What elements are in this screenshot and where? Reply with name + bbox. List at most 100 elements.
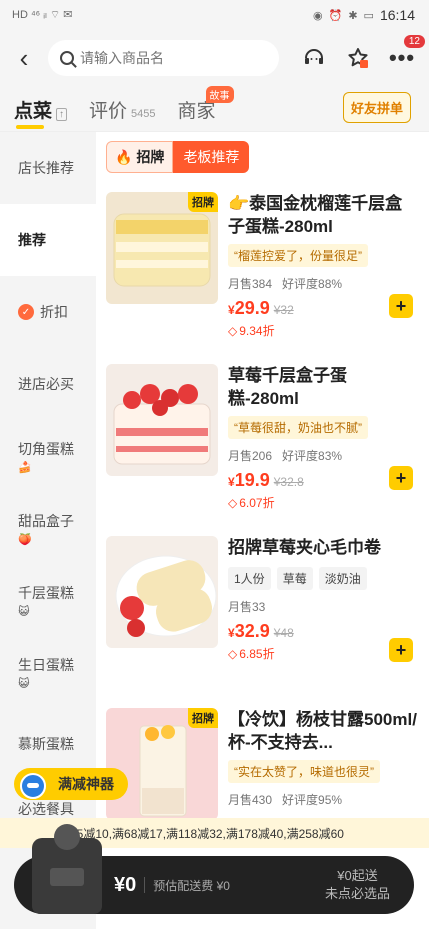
- network-icons: HD ⁴⁶ ᵢₗ ⌔ ✉: [12, 9, 73, 21]
- sidebar-item-label: 进店必买: [18, 376, 74, 392]
- product-image[interactable]: 招牌: [106, 192, 218, 304]
- delivery-fee: 预估配送费 ¥0: [153, 878, 230, 893]
- sidebar-item-recommend[interactable]: 推荐: [0, 204, 96, 276]
- product-name: 👉泰国金枕榴莲千层盒子蛋糕-280ml: [228, 194, 403, 236]
- bluetooth-icon: ✱: [348, 9, 358, 22]
- discount-value: 9.34折: [239, 324, 275, 338]
- search-box[interactable]: [48, 40, 279, 76]
- search-icon: [60, 51, 74, 65]
- eye-icon: ◉: [313, 9, 323, 22]
- monthly-sales: 月售206: [228, 449, 273, 463]
- price: ¥32.9: [228, 621, 270, 642]
- add-to-cart-button[interactable]: +: [389, 294, 413, 318]
- group-order-button[interactable]: 好友拼单: [342, 92, 411, 123]
- product-stats: 月售206 好评度83%: [228, 447, 417, 464]
- more-icon[interactable]: ••• 12: [385, 35, 425, 75]
- sidebar-item-manager-pick[interactable]: 店长推荐: [0, 132, 96, 204]
- sidebar-item-label: 必选餐具: [18, 800, 74, 817]
- tab-review[interactable]: 评价 5455: [89, 96, 156, 123]
- spec-chip: 1人份: [228, 567, 271, 590]
- product-item[interactable]: 招牌草莓夹心毛巾卷 1人份 草莓 淡奶油 月售33 ¥32.9 ¥48 ◇ 6.85…: [106, 536, 417, 708]
- product-image[interactable]: [106, 536, 218, 648]
- tab-merchant[interactable]: 商家 故事: [178, 86, 234, 123]
- section-tag-boss-pick: 老板推荐: [173, 141, 250, 173]
- sidebar-item-mille-crepe[interactable]: 千层蛋糕 😺: [0, 564, 96, 636]
- tab-order[interactable]: 点菜 ↑: [14, 96, 68, 129]
- original-price: ¥32.8: [273, 475, 304, 489]
- back-icon[interactable]: ‹: [10, 45, 38, 71]
- monthly-sales: 月售33: [228, 600, 266, 614]
- price-value: 29.9: [234, 298, 270, 318]
- product-info: 招牌草莓夹心毛巾卷 1人份 草莓 淡奶油 月售33 ¥32.9 ¥48 ◇ 6.85…: [228, 536, 417, 708]
- more-dots: •••: [388, 45, 416, 70]
- sidebar-item-label: 推荐: [18, 232, 46, 248]
- min-order: ¥0起送: [337, 868, 378, 883]
- original-price: ¥48: [273, 626, 294, 640]
- sidebar-item-label: 店长推荐: [18, 160, 74, 176]
- sidebar-item-label: 慕斯蛋糕: [18, 736, 74, 752]
- collapse-up-icon[interactable]: ↑: [56, 108, 68, 121]
- sidebar-item-label: 切角蛋糕: [18, 440, 74, 457]
- section-left-label: 招牌: [136, 149, 165, 165]
- add-to-cart-button[interactable]: +: [389, 466, 413, 490]
- discount-label: ◇ 6.07折: [228, 494, 417, 511]
- price-row: ¥32.9 ¥48: [228, 621, 417, 642]
- cart-total: ¥0: [114, 873, 137, 896]
- review-quote: “草莓很甜，奶油也不腻”: [228, 416, 368, 439]
- discount-value: 6.85折: [239, 647, 275, 661]
- monthly-sales: 月售384: [228, 277, 273, 291]
- product-item[interactable]: 草莓千层盒子蛋糕-280ml “草莓很甜，奶油也不腻” 月售206 好评度83% …: [106, 364, 417, 536]
- product-stats: 月售33: [228, 598, 417, 615]
- search-input[interactable]: [80, 50, 260, 66]
- checkout-area[interactable]: ¥0起送 未点必选品: [325, 867, 390, 903]
- sidebar-item-discount[interactable]: ✓ 折扣: [0, 276, 96, 348]
- discount-tag-icon: ◇: [228, 495, 238, 510]
- cake-icon: 🍰: [18, 461, 32, 474]
- product-image[interactable]: [106, 364, 218, 476]
- product-image[interactable]: 招牌: [106, 708, 218, 820]
- product-specs: 1人份 草莓 淡奶油: [228, 567, 417, 590]
- divider: [144, 877, 146, 893]
- rating: 好评度88%: [282, 277, 343, 291]
- sidebar-item-cake-slice[interactable]: 切角蛋糕 🍰: [0, 420, 96, 492]
- monthly-sales: 月售430: [228, 793, 273, 807]
- message-badge: 12: [403, 35, 425, 48]
- favorite-icon[interactable]: [341, 41, 375, 75]
- product-item[interactable]: 招牌 【冷饮】杨枝甘露500ml/杯-不支持去... “实在太赞了，味道也很灵”…: [106, 708, 417, 880]
- price-value: 32.9: [234, 621, 270, 641]
- price-currency: ¥: [228, 626, 235, 640]
- cart-bar[interactable]: ¥0 预估配送费 ¥0 ¥0起送 未点必选品: [14, 824, 414, 914]
- discount-label: ◇ 9.34折: [228, 322, 417, 339]
- section-header: 🔥 招牌 老板推荐: [106, 141, 417, 173]
- customer-service-icon[interactable]: [297, 41, 331, 75]
- sidebar-item-must-buy[interactable]: 进店必买: [0, 348, 96, 420]
- rating: 好评度95%: [282, 793, 343, 807]
- product-info: 【冷饮】杨枝甘露500ml/杯-不支持去... “实在太赞了，味道也很灵” 月售…: [228, 708, 417, 880]
- main-area: 店长推荐 推荐 ✓ 折扣 进店必买 切角蛋糕 🍰 甜品盒子 🍑 千层蛋糕 😺 生日蛋糕 😺…: [0, 132, 429, 929]
- flame-icon: 🔥: [115, 148, 133, 165]
- price-currency: ¥: [228, 303, 235, 317]
- signature-tag: 招牌: [188, 192, 218, 212]
- product-stats: 月售384 好评度88%: [228, 275, 417, 292]
- product-info: 👉泰国金枕榴莲千层盒子蛋糕-280ml “榴莲控爱了，份量很足” 月售384 好评…: [228, 192, 417, 364]
- review-count: 5455: [131, 108, 156, 120]
- top-bar: ‹ ••• 12: [0, 30, 429, 86]
- discount-value: 6.07折: [239, 496, 275, 510]
- price-value: 19.9: [234, 470, 270, 490]
- product-name: 草莓千层盒子蛋糕-280ml: [228, 366, 347, 408]
- tab-order-label: 点菜: [14, 101, 53, 122]
- add-to-cart-button[interactable]: +: [389, 638, 413, 662]
- tab-bar: 点菜 ↑ 评价 5455 商家 故事 好友拼单: [0, 86, 429, 132]
- category-sidebar: 店长推荐 推荐 ✓ 折扣 进店必买 切角蛋糕 🍰 甜品盒子 🍑 千层蛋糕 😺 生日蛋糕 😺…: [0, 132, 96, 929]
- sidebar-item-birthday-cake[interactable]: 生日蛋糕 😺: [0, 636, 96, 708]
- review-quote: “榴莲控爱了，份量很足”: [228, 244, 368, 267]
- section-tag-signature: 🔥 招牌: [106, 141, 174, 173]
- product-info: 草莓千层盒子蛋糕-280ml “草莓很甜，奶油也不腻” 月售206 好评度83% …: [228, 364, 417, 536]
- robot-icon: [20, 773, 46, 799]
- sidebar-item-dessert-box[interactable]: 甜品盒子 🍑: [0, 492, 96, 564]
- cart-icon[interactable]: [32, 824, 102, 914]
- sidebar-item-label: 生日蛋糕: [18, 656, 74, 673]
- product-item[interactable]: 招牌 👉泰国金枕榴莲千层盒子蛋糕-280ml “榴莲控爱了，份量很足” 月售38…: [106, 192, 417, 364]
- clock: 16:14: [379, 7, 415, 23]
- discount-tag-icon: ◇: [228, 323, 238, 338]
